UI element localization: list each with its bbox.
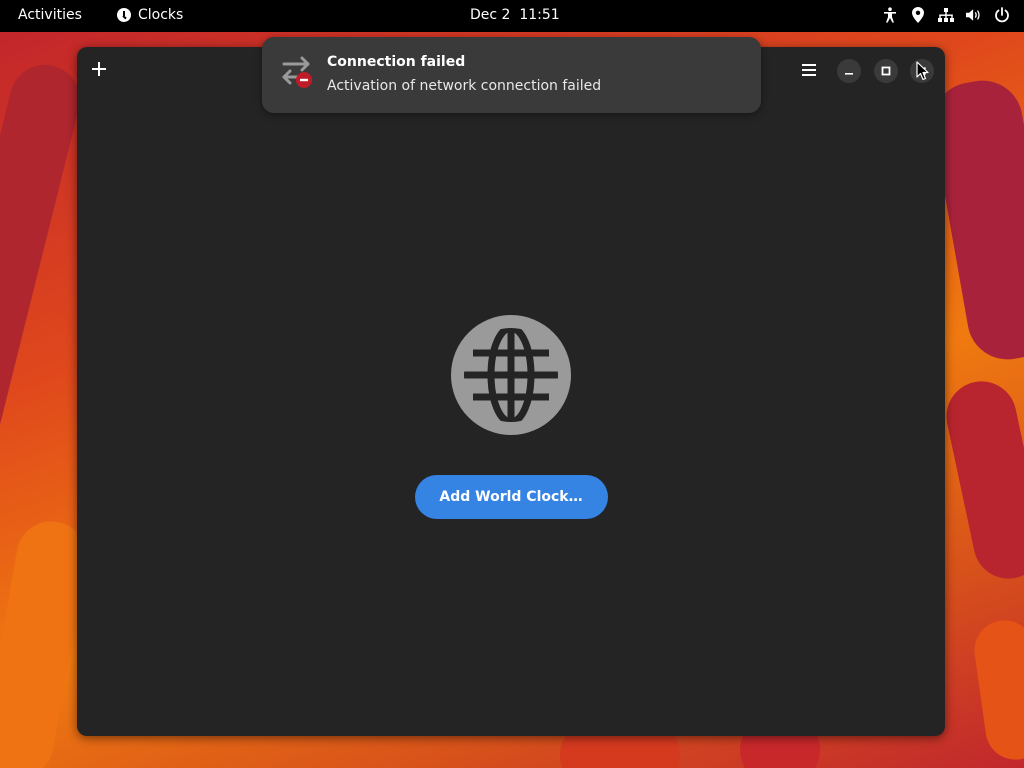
maximize-button[interactable] [874,59,898,83]
clock-icon [117,8,131,22]
main-menu-button[interactable] [797,58,821,82]
mouse-pointer-icon [916,61,929,81]
notification-banner[interactable]: Connection failed Activation of network … [262,37,761,113]
top-bar: Activities Clocks Dec 2 11:51 [0,0,1024,32]
hamburger-menu-icon [802,64,816,76]
empty-state: Add World Clock… [77,315,945,519]
network-icon[interactable] [938,6,954,24]
accessibility-icon[interactable] [882,6,898,24]
activities-button[interactable]: Activities [18,7,82,23]
volume-icon[interactable] [966,6,982,24]
app-menu-label: Clocks [138,7,184,23]
add-world-clock-button[interactable]: Add World Clock… [414,475,608,519]
app-menu[interactable]: Clocks [117,7,183,23]
notification-body: Activation of network connection failed [327,78,602,94]
minimize-button[interactable] [837,59,861,83]
plus-icon [92,62,106,76]
clocks-window: Add World Clock… [77,47,945,736]
location-icon[interactable] [910,6,926,24]
minimize-icon [845,73,853,75]
add-clock-button[interactable] [87,57,111,81]
wallpaper-shape [970,616,1024,764]
date-time-button[interactable]: Dec 2 11:51 [470,7,560,23]
maximize-icon [881,66,891,76]
system-tray[interactable] [882,6,1010,24]
power-icon[interactable] [994,6,1010,24]
notification-title: Connection failed [327,54,466,70]
wallpaper-shape [0,57,88,463]
network-error-icon [282,56,312,88]
wallpaper-shape [939,374,1024,586]
globe-icon [451,315,571,435]
